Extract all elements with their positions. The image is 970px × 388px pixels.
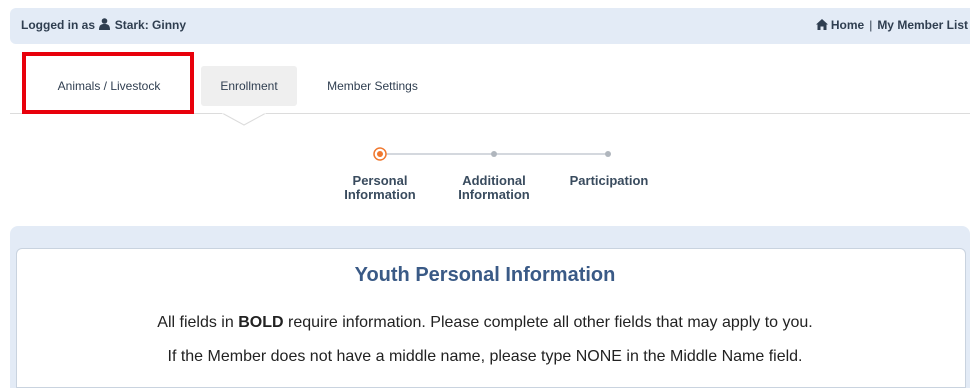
step-label-line: Participation	[569, 173, 649, 188]
step-additional-information[interactable]: Additional Information	[454, 174, 534, 202]
highlight-box	[22, 52, 194, 114]
step-label-line: Information	[344, 187, 416, 202]
step-track	[373, 147, 611, 161]
user-icon	[99, 18, 111, 30]
required-fields-note: All fields in BOLD require information. …	[0, 314, 970, 332]
step-progress: Personal Information Additional Informat…	[330, 144, 670, 214]
login-status: Logged in as Stark: Ginny	[21, 18, 186, 32]
my-member-list-link[interactable]: My Member List	[877, 18, 968, 32]
step-label-line: Personal	[352, 173, 408, 188]
step-personal-information[interactable]: Personal Information	[340, 174, 420, 202]
nav-separator: |	[869, 18, 873, 32]
step-dot	[491, 151, 497, 157]
step-participation[interactable]: Participation	[560, 174, 658, 188]
step-label-line: Additional	[462, 173, 526, 188]
note-bold: BOLD	[238, 314, 284, 331]
active-tab-notch	[222, 112, 266, 126]
home-link[interactable]: Home	[831, 18, 864, 32]
tab-enrollment[interactable]: Enrollment	[201, 66, 297, 106]
step-dot	[605, 151, 611, 157]
user-name[interactable]: Stark: Ginny	[115, 18, 186, 32]
step-label-line: Information	[458, 187, 530, 202]
middle-name-note: If the Member does not have a middle nam…	[167, 348, 803, 365]
top-nav: Home | My Member List	[815, 18, 968, 32]
home-icon	[815, 19, 828, 30]
logged-in-prefix: Logged in as	[21, 18, 96, 32]
note-text: require information. Please complete all…	[288, 314, 813, 331]
top-bar: Logged in as Stark: Ginny Home | My Member…	[10, 8, 970, 44]
note-text: All fields in	[157, 314, 234, 331]
page-title: Youth Personal Information	[354, 264, 616, 286]
tab-member-settings[interactable]: Member Settings	[310, 66, 435, 106]
